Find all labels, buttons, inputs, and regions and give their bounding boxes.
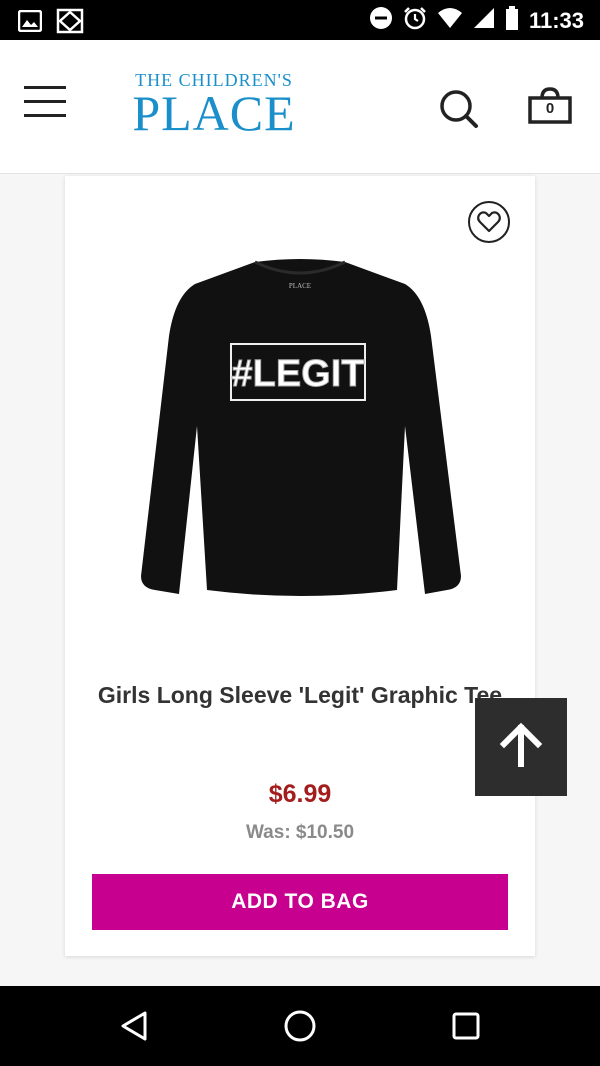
- status-bar: 11:33: [0, 0, 600, 40]
- home-circle-icon[interactable]: [280, 1006, 320, 1046]
- back-triangle-icon[interactable]: [114, 1006, 154, 1046]
- product-image[interactable]: PLACE #LEGIT: [135, 256, 465, 606]
- add-to-bag-button[interactable]: ADD TO BAG: [92, 874, 508, 930]
- do-not-disturb-icon: [369, 6, 393, 35]
- brand-logo[interactable]: THE CHILDREN'S PLACE: [124, 70, 304, 141]
- vpn-diamond-icon: [56, 8, 84, 39]
- product-name[interactable]: Girls Long Sleeve 'Legit' Graphic Tee: [95, 676, 505, 714]
- battery-icon: [505, 6, 519, 35]
- recents-square-icon[interactable]: [446, 1006, 486, 1046]
- logo-main-text: PLACE: [132, 85, 296, 141]
- tee-tag-text: PLACE: [289, 282, 311, 290]
- heart-icon[interactable]: [468, 201, 510, 243]
- arrow-up-icon: [498, 722, 544, 773]
- scroll-to-top-button[interactable]: [475, 698, 567, 796]
- tee-graphic-text: #LEGIT: [231, 353, 364, 395]
- status-bar-left: [17, 8, 84, 39]
- bag-count: 0: [545, 100, 555, 117]
- signal-icon: [473, 7, 495, 34]
- status-time: 11:33: [528, 7, 584, 33]
- product-card: PLACE #LEGIT Girls Long Sleeve 'Legit' G…: [65, 176, 535, 956]
- image-icon: [17, 9, 43, 37]
- wifi-icon: [437, 7, 463, 34]
- alarm-icon: [403, 6, 427, 35]
- status-bar-right: 11:33: [369, 6, 584, 35]
- shopping-bag-icon[interactable]: 0: [528, 86, 572, 126]
- navigation-bar: [0, 986, 600, 1066]
- app-header: THE CHILDREN'S PLACE 0: [0, 40, 600, 174]
- sale-price: $6.99: [268, 780, 332, 808]
- was-price: Was: $10.50: [245, 822, 355, 843]
- search-icon[interactable]: [438, 88, 480, 130]
- hamburger-menu-icon[interactable]: [24, 84, 66, 120]
